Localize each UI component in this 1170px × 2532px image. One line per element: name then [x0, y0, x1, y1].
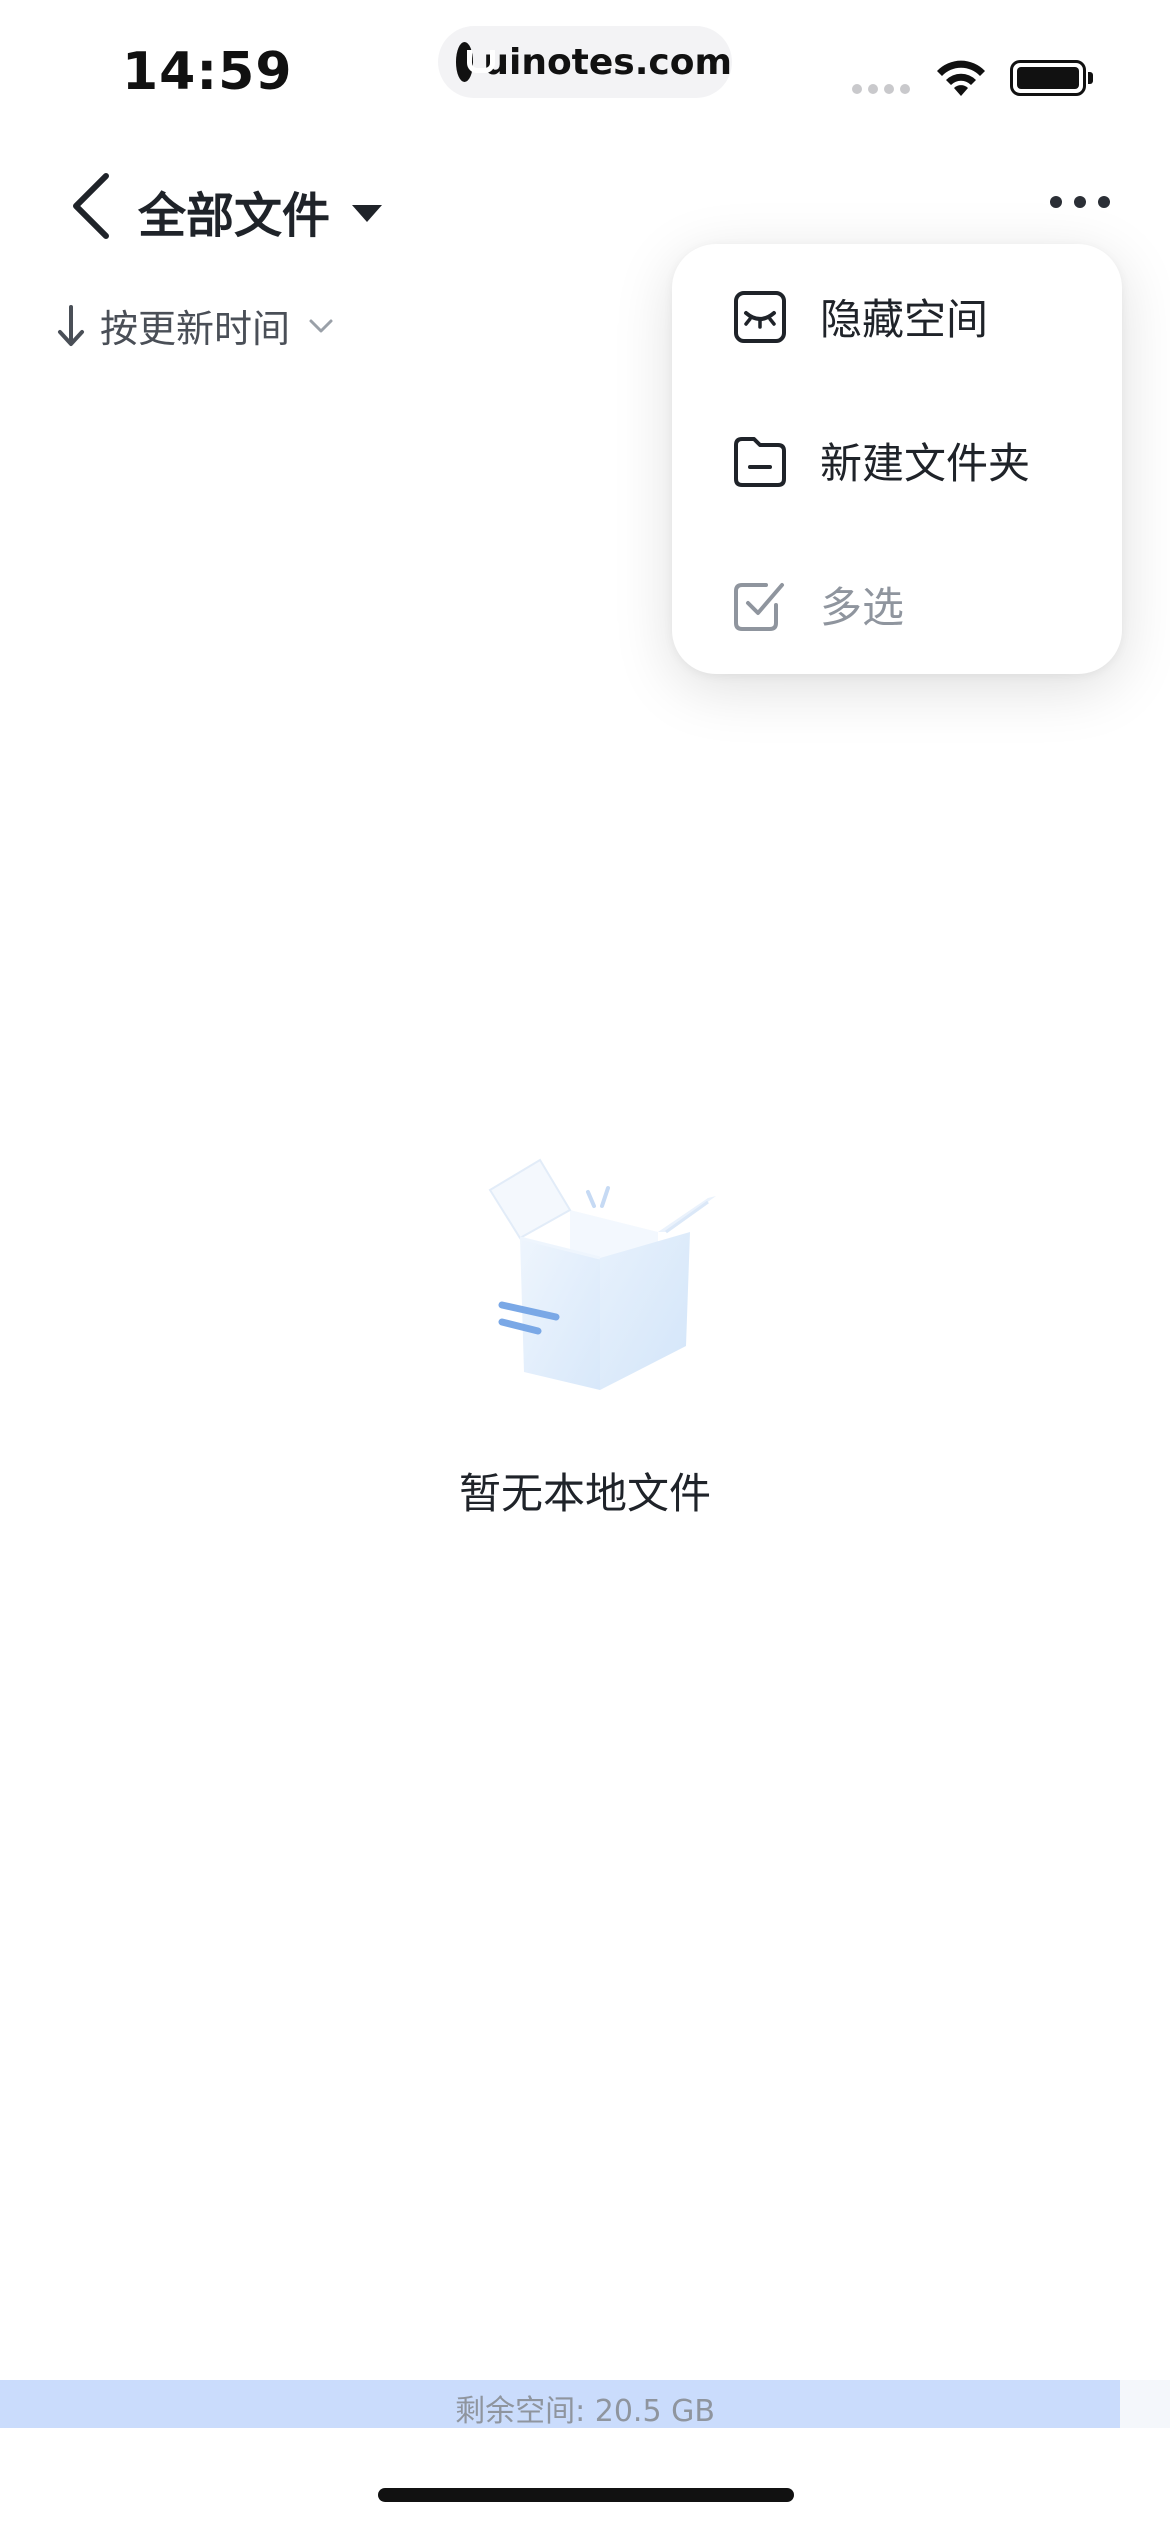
battery-icon — [1010, 60, 1086, 96]
menu-item-label: 隐藏空间 — [820, 295, 989, 344]
url-text: uinotes.com — [483, 41, 732, 83]
battery-tip — [1088, 72, 1093, 84]
menu-item-new-folder[interactable]: 新建文件夹 — [732, 430, 1030, 491]
arrow-down-icon — [58, 304, 84, 346]
chevron-left-icon — [73, 173, 109, 239]
menu-item-label: 多选 — [820, 583, 905, 632]
back-button[interactable] — [64, 168, 124, 244]
sort-selector[interactable]: 按更新时间 — [56, 298, 334, 353]
empty-message: 暂无本地文件 — [458, 1469, 711, 1518]
menu-item-multi-select[interactable]: 多选 — [732, 574, 904, 635]
closed-eye-icon — [734, 290, 786, 343]
menu-item-label: 新建文件夹 — [820, 439, 1031, 488]
sort-label: 按更新时间 — [100, 307, 291, 351]
page-title: 全部文件 — [138, 188, 331, 244]
checkbox-icon — [734, 582, 784, 631]
menu-item-hidden-space[interactable]: 隐藏空间 — [732, 286, 988, 347]
signal-icon — [852, 84, 910, 94]
chevron-down-icon — [309, 319, 333, 332]
more-menu: 隐藏空间 新建文件夹 多选 — [672, 244, 1122, 674]
url-badge: uinotes.com — [438, 26, 732, 98]
storage-bar: 剩余空间: 20.5 GB — [0, 2380, 1170, 2429]
more-button[interactable] — [1050, 196, 1110, 208]
folder-icon — [734, 436, 786, 487]
home-indicator[interactable] — [378, 2488, 794, 2502]
wifi-icon — [937, 60, 985, 96]
site-logo-icon — [456, 42, 496, 82]
folder-switcher[interactable]: 全部文件 — [138, 176, 383, 246]
storage-remaining-label: 剩余空间: 20.5 GB — [455, 2394, 715, 2429]
more-horizontal-icon — [1050, 196, 1062, 208]
empty-box-icon — [488, 1158, 716, 1390]
caret-down-icon — [352, 204, 383, 222]
status-time: 14:59 — [122, 42, 293, 102]
